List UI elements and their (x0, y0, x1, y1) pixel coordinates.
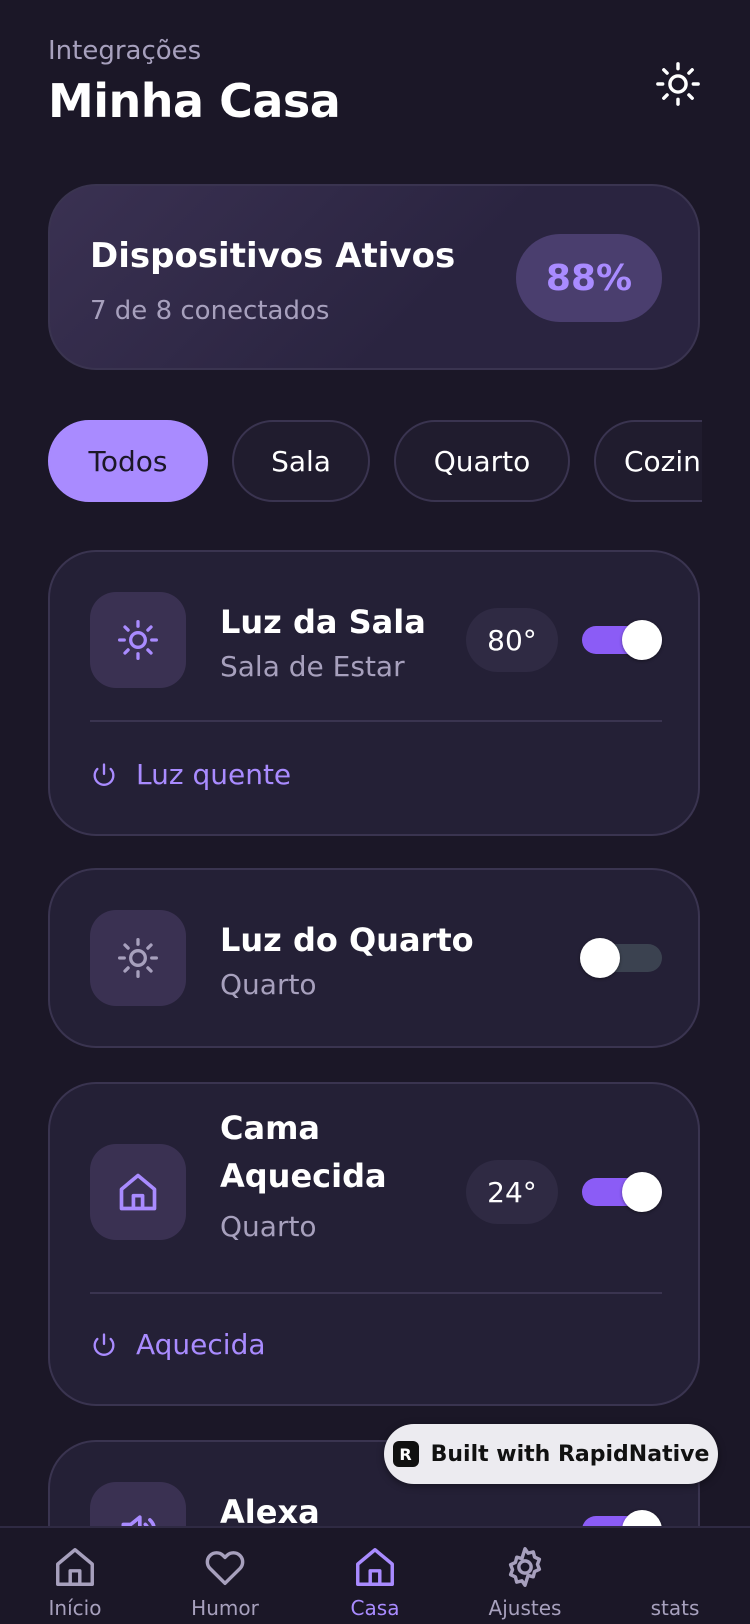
tab-inicio[interactable]: Início (20, 1544, 130, 1620)
active-devices-card: Dispositivos Ativos 7 de 8 conectados 88… (48, 184, 700, 370)
home-integrations-screen: Integrações Minha Casa Dispositivos Ativ… (0, 0, 750, 1624)
filter-chip-cozinha[interactable]: Cozinha (594, 420, 702, 502)
rapidnative-logo-icon: R (392, 1441, 419, 1467)
device-card-luz-do-quarto[interactable]: Luz do Quarto Quarto (48, 868, 700, 1048)
bottom-tab-bar: Início Humor Casa Ajustes stats (0, 1526, 750, 1624)
sun-icon (656, 62, 700, 106)
device-power-toggle[interactable] (582, 620, 662, 660)
toggle-knob (580, 938, 620, 978)
room-filter-bar: Todos Sala Quarto Cozinha (48, 420, 702, 502)
active-percent-badge: 88% (516, 234, 662, 322)
tab-label: stats (650, 1596, 700, 1620)
device-status: Luz quente (90, 758, 291, 791)
home-icon (356, 1548, 394, 1586)
device-icon-box (90, 1144, 186, 1240)
device-value-pill: 80° (466, 608, 558, 672)
device-name: Luz da Sala (220, 603, 426, 641)
active-devices-count: 7 de 8 conectados (90, 296, 330, 326)
toggle-knob (622, 620, 662, 660)
device-card-luz-da-sala[interactable]: Luz da Sala Sala de Estar 80° Luz quente (48, 550, 700, 836)
home-icon (119, 1173, 157, 1211)
device-room: Sala de Estar (220, 650, 405, 683)
filter-chip-quarto[interactable]: Quarto (394, 420, 570, 502)
card-divider (90, 1292, 662, 1294)
tab-label: Humor (191, 1596, 259, 1620)
active-devices-title: Dispositivos Ativos (90, 236, 456, 276)
heart-icon (205, 1551, 245, 1586)
tab-stats[interactable]: stats (620, 1544, 730, 1620)
tab-humor[interactable]: Humor (170, 1544, 280, 1620)
tab-label: Início (48, 1596, 102, 1620)
filter-chip-sala[interactable]: Sala (232, 420, 370, 502)
tab-ajustes[interactable]: Ajustes (470, 1544, 580, 1620)
device-room: Quarto (220, 968, 317, 1001)
device-value-pill: 24° (466, 1160, 558, 1224)
device-room: Quarto (220, 1210, 317, 1243)
theme-toggle-button[interactable] (652, 58, 704, 110)
device-power-toggle[interactable] (582, 1172, 662, 1212)
device-status-label: Aquecida (136, 1328, 266, 1361)
rapidnative-badge-label: Built with RapidNative (430, 1441, 710, 1467)
device-card-cama-aquecida[interactable]: Cama Aquecida Quarto 24° Aquecida (48, 1082, 700, 1406)
device-status-label: Luz quente (136, 758, 292, 791)
stats-icon-placeholder (652, 1544, 698, 1590)
sun-icon (118, 938, 158, 978)
device-name: Luz do Quarto (220, 921, 474, 959)
power-icon (93, 1332, 115, 1356)
sun-icon (118, 620, 158, 660)
rapidnative-badge[interactable]: R Built with RapidNative (384, 1424, 718, 1484)
header-subtitle: Integrações (48, 36, 202, 66)
page-title: Minha Casa (48, 74, 341, 128)
card-divider (90, 720, 662, 722)
filter-chip-todos[interactable]: Todos (48, 420, 208, 502)
device-power-toggle[interactable] (580, 938, 662, 978)
tab-label: Ajustes (488, 1596, 562, 1620)
power-icon (93, 762, 115, 786)
device-name-line-2: Aquecida (220, 1157, 387, 1195)
tab-casa[interactable]: Casa (320, 1544, 430, 1620)
gear-icon (508, 1547, 542, 1587)
tab-label: Casa (350, 1596, 400, 1620)
device-icon-box (90, 592, 186, 688)
home-icon (56, 1548, 94, 1586)
device-name-line-1: Cama (220, 1109, 321, 1147)
toggle-knob (622, 1172, 662, 1212)
device-icon-box (90, 910, 186, 1006)
device-status: Aquecida (90, 1328, 266, 1361)
